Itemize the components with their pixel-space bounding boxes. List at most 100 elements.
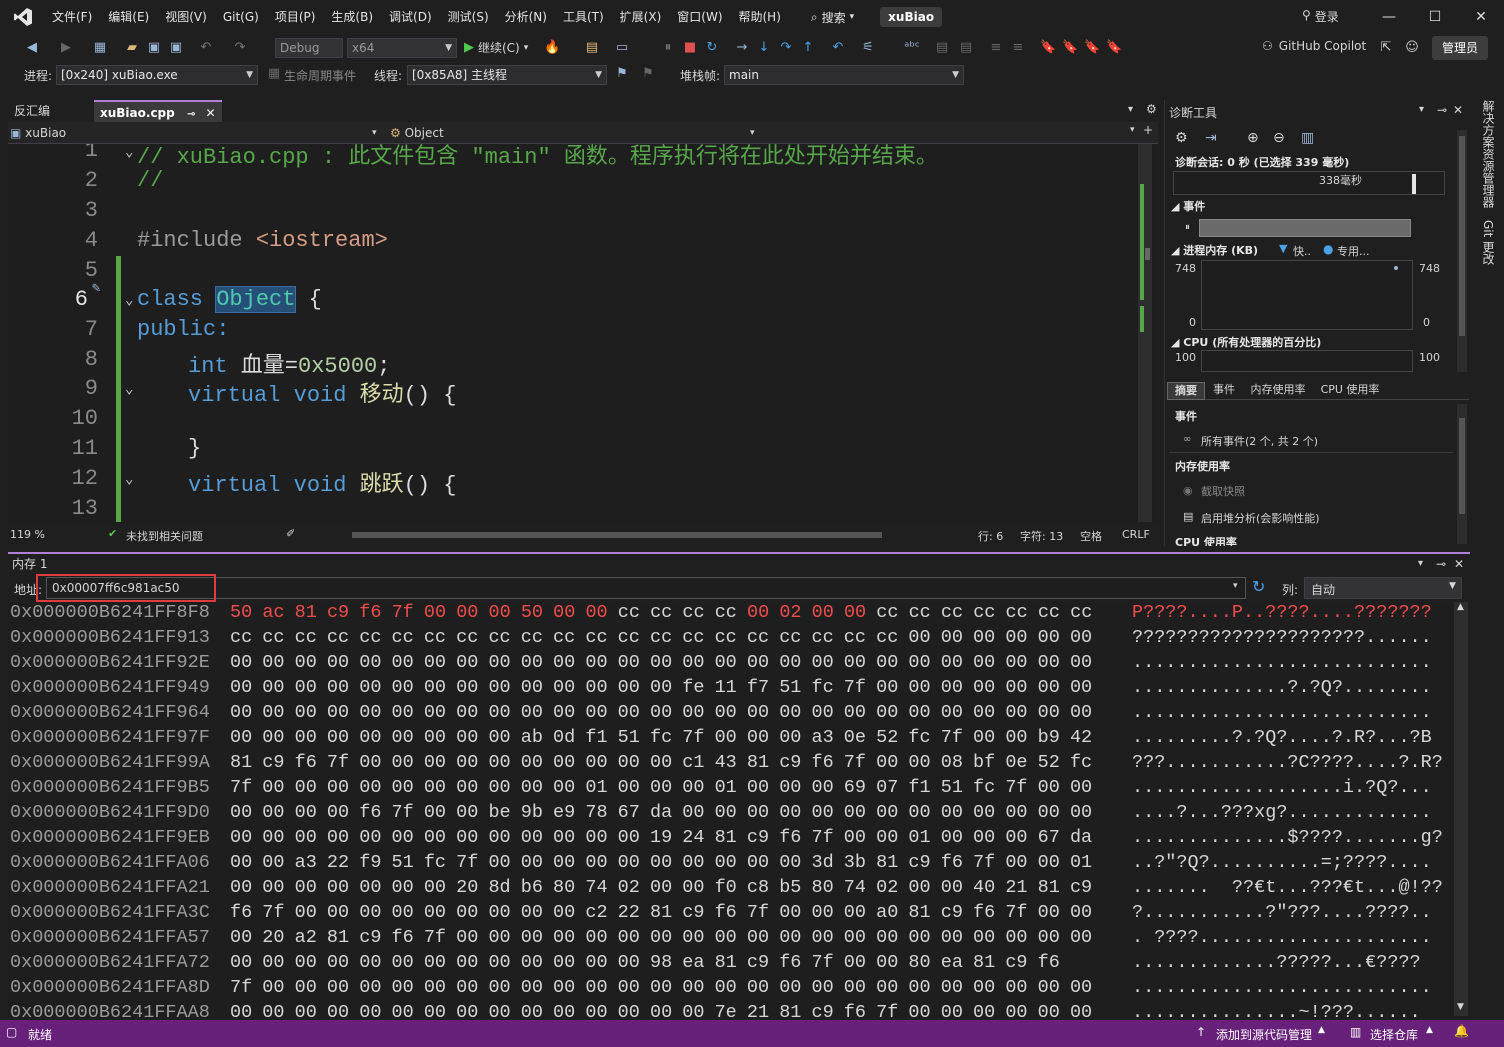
stack-frame-select[interactable]: main ▼ xyxy=(724,65,964,85)
tab-cpu-usage[interactable]: CPU 使用率 xyxy=(1315,382,1385,400)
memory-hex-bytes[interactable]: 00 00 a3 22 f9 51 fc 7f 00 00 00 00 00 0… xyxy=(230,852,1092,873)
maximize-button[interactable]: ☐ xyxy=(1412,0,1458,34)
close-window-button[interactable]: ✕ xyxy=(1458,0,1504,34)
pause-icon[interactable]: ⏸ xyxy=(660,40,676,56)
stop-icon[interactable]: ■ xyxy=(682,40,698,56)
indent-icon[interactable]: ≡ xyxy=(988,40,1004,56)
cpu-graph[interactable] xyxy=(1201,350,1413,372)
split-icon[interactable]: + xyxy=(1143,123,1153,137)
menu-item[interactable]: 分析(N) xyxy=(497,0,555,34)
address-input[interactable]: 0x00007ff6c981ac50 ▾ xyxy=(46,577,1246,599)
pin-icon[interactable]: ⊸ xyxy=(187,109,195,120)
memory-hex-bytes[interactable]: 7f 00 00 00 00 00 00 00 00 00 00 01 00 0… xyxy=(230,777,1092,798)
memory-hex-bytes[interactable]: 00 20 a2 81 c9 f6 7f 00 00 00 00 00 00 0… xyxy=(230,927,1092,948)
scroll-thumb[interactable] xyxy=(1145,248,1150,260)
spellcheck-icon[interactable]: ᵃᵇᶜ xyxy=(904,40,920,56)
eol-indicator[interactable]: CRLF xyxy=(1122,528,1150,541)
menu-item[interactable]: 编辑(E) xyxy=(100,0,157,34)
zoom-in-icon[interactable]: ⊕ xyxy=(1247,130,1259,146)
platform-select[interactable]: x64 ▼ xyxy=(347,38,457,58)
step-over-icon[interactable]: ↷ xyxy=(778,40,794,56)
chevron-down-icon[interactable]: ▾ xyxy=(1128,104,1133,115)
add-source-control-button[interactable]: 添加到源代码管理 xyxy=(1216,1026,1312,1043)
scroll-down-icon[interactable]: ▼ xyxy=(1457,1002,1464,1012)
flag-icon[interactable]: ⚑ xyxy=(614,66,630,82)
project-nav-select[interactable]: ▣ xuBiao ▾ xyxy=(10,124,382,142)
minimize-button[interactable]: — xyxy=(1366,0,1412,34)
menu-item[interactable]: 工具(T) xyxy=(555,0,612,34)
tab-memory-usage[interactable]: 内存使用率 xyxy=(1245,382,1311,400)
chart-icon[interactable]: ▥ xyxy=(1301,130,1314,146)
issues-status[interactable]: 未找到相关问题 xyxy=(126,528,203,544)
brush-icon[interactable]: ✐ xyxy=(286,527,295,540)
editor-horizontal-scrollbar[interactable] xyxy=(338,530,948,540)
memory-hex-bytes[interactable]: cc cc cc cc cc cc cc cc cc cc cc cc cc c… xyxy=(230,627,1092,648)
export-icon[interactable]: ⇥ xyxy=(1205,130,1217,146)
memory-hex-bytes[interactable]: 00 00 00 00 00 00 00 00 00 00 00 00 00 1… xyxy=(230,827,1092,848)
fold-toggle-icon[interactable]: ⌄ xyxy=(125,471,133,488)
prev-bookmark-icon[interactable]: 🔖 xyxy=(1062,40,1078,56)
editor-vertical-scrollbar[interactable] xyxy=(1138,144,1152,522)
menu-item[interactable]: 扩展(X) xyxy=(612,0,670,34)
feedback-icon[interactable]: ☺ xyxy=(1404,40,1420,56)
chevron-down-icon[interactable]: ▾ xyxy=(1130,125,1135,135)
menu-item[interactable]: 窗口(W) xyxy=(669,0,730,34)
select-repo-button[interactable]: 选择仓库 xyxy=(1370,1026,1418,1043)
filter-icon[interactable]: ⚑ xyxy=(640,66,656,82)
tab-solution-explorer[interactable]: 解决方案资源管理器 xyxy=(1480,100,1497,208)
tab-xubiao-cpp[interactable]: xuBiao.cpp ⊸ ✕ xyxy=(94,100,222,122)
memory-hex-bytes[interactable]: 00 00 00 00 00 00 00 00 00 00 00 00 00 9… xyxy=(230,952,1060,973)
redo-icon[interactable]: ↷ xyxy=(232,40,248,56)
chevron-down-icon[interactable]: ▾ xyxy=(1419,104,1424,115)
fold-toggle-icon[interactable]: ⌄ xyxy=(125,144,133,161)
memory-hex-bytes[interactable]: 7f 00 00 00 00 00 00 00 00 00 00 00 00 0… xyxy=(230,977,1092,998)
undo-icon[interactable]: ↶ xyxy=(198,40,214,56)
memory-hex-bytes[interactable]: 00 00 00 00 00 00 00 00 00 00 00 00 00 0… xyxy=(230,652,1092,673)
memory-hex-bytes[interactable]: 00 00 00 00 00 00 00 00 00 00 00 00 00 0… xyxy=(230,702,1092,723)
heap-analysis-button[interactable]: 启用堆分析(会影响性能) xyxy=(1201,510,1320,526)
menu-item[interactable]: 调试(D) xyxy=(381,0,440,34)
screen-icon[interactable]: ▭ xyxy=(614,40,630,56)
scroll-thumb[interactable] xyxy=(1459,136,1465,336)
notifications-icon[interactable]: 🔔 xyxy=(1454,1024,1469,1038)
row-indicator[interactable]: 行: 6 xyxy=(978,528,1003,544)
session-timeline[interactable]: 338毫秒 xyxy=(1173,171,1445,195)
show-next-statement-icon[interactable]: → xyxy=(734,40,750,56)
memory-hex-bytes[interactable]: 00 00 00 00 00 00 00 00 00 ab 0d f1 51 f… xyxy=(230,727,1092,748)
graph-scrollbar[interactable] xyxy=(1457,130,1467,372)
memory-hex-bytes[interactable]: 00 00 00 00 f6 7f 00 00 be 9b e9 78 67 d… xyxy=(230,802,1092,823)
diagnostics-icon[interactable]: ▤ xyxy=(584,40,600,56)
back-icon[interactable]: ◀ xyxy=(24,40,40,56)
scroll-thumb[interactable] xyxy=(1459,418,1465,514)
gear-icon[interactable]: ⚙ xyxy=(1146,102,1157,116)
outdent-icon[interactable]: ≡ xyxy=(1010,40,1026,56)
config-select[interactable]: Debug xyxy=(275,38,343,58)
breakpoint-settings-icon[interactable]: ⚟ xyxy=(860,40,876,56)
menu-item[interactable]: Git(G) xyxy=(215,0,267,34)
tab-disassembly[interactable]: 反汇编 xyxy=(8,100,90,122)
gear-icon[interactable]: ⚙ xyxy=(1175,130,1188,146)
scroll-up-icon[interactable]: ▲ xyxy=(1457,602,1464,612)
all-events-link[interactable]: 所有事件(2 个, 共 2 个) xyxy=(1201,433,1318,449)
save-all-icon[interactable]: ▣ xyxy=(168,40,184,56)
fold-toggle-icon[interactable]: ⌄ xyxy=(125,381,133,398)
timeline-cursor[interactable] xyxy=(1412,174,1416,194)
menu-item[interactable]: 测试(S) xyxy=(440,0,497,34)
col-indicator[interactable]: 字符: 13 xyxy=(1020,528,1063,544)
snapshot-button[interactable]: 截取快照 xyxy=(1201,483,1245,499)
hot-reload-icon[interactable]: 🔥 xyxy=(544,40,560,56)
fold-toggle-icon[interactable]: ⌄ xyxy=(125,292,133,309)
memory-hex-bytes[interactable]: f6 7f 00 00 00 00 00 00 00 00 00 c2 22 8… xyxy=(230,902,1092,923)
tab-git-changes[interactable]: Git 更改 xyxy=(1480,220,1497,265)
comment-icon[interactable]: ▤ xyxy=(934,40,950,56)
login-button[interactable]: ⚲ 登录 xyxy=(1302,8,1339,25)
memory-scrollbar[interactable]: ▲ ▼ xyxy=(1454,602,1468,1016)
pause-icon[interactable]: ⏸ xyxy=(1185,222,1190,233)
menu-item[interactable]: 文件(F) xyxy=(44,0,100,34)
tab-summary[interactable]: 摘要 xyxy=(1167,382,1205,400)
continue-button[interactable]: ▶ 继续(C) ▾ xyxy=(464,39,528,56)
share-icon[interactable]: ⇱ xyxy=(1378,40,1394,56)
clear-bookmarks-icon[interactable]: 🔖 xyxy=(1106,40,1122,56)
new-project-icon[interactable]: ▦ xyxy=(92,40,108,56)
step-into-icon[interactable]: ↓ xyxy=(756,40,772,56)
